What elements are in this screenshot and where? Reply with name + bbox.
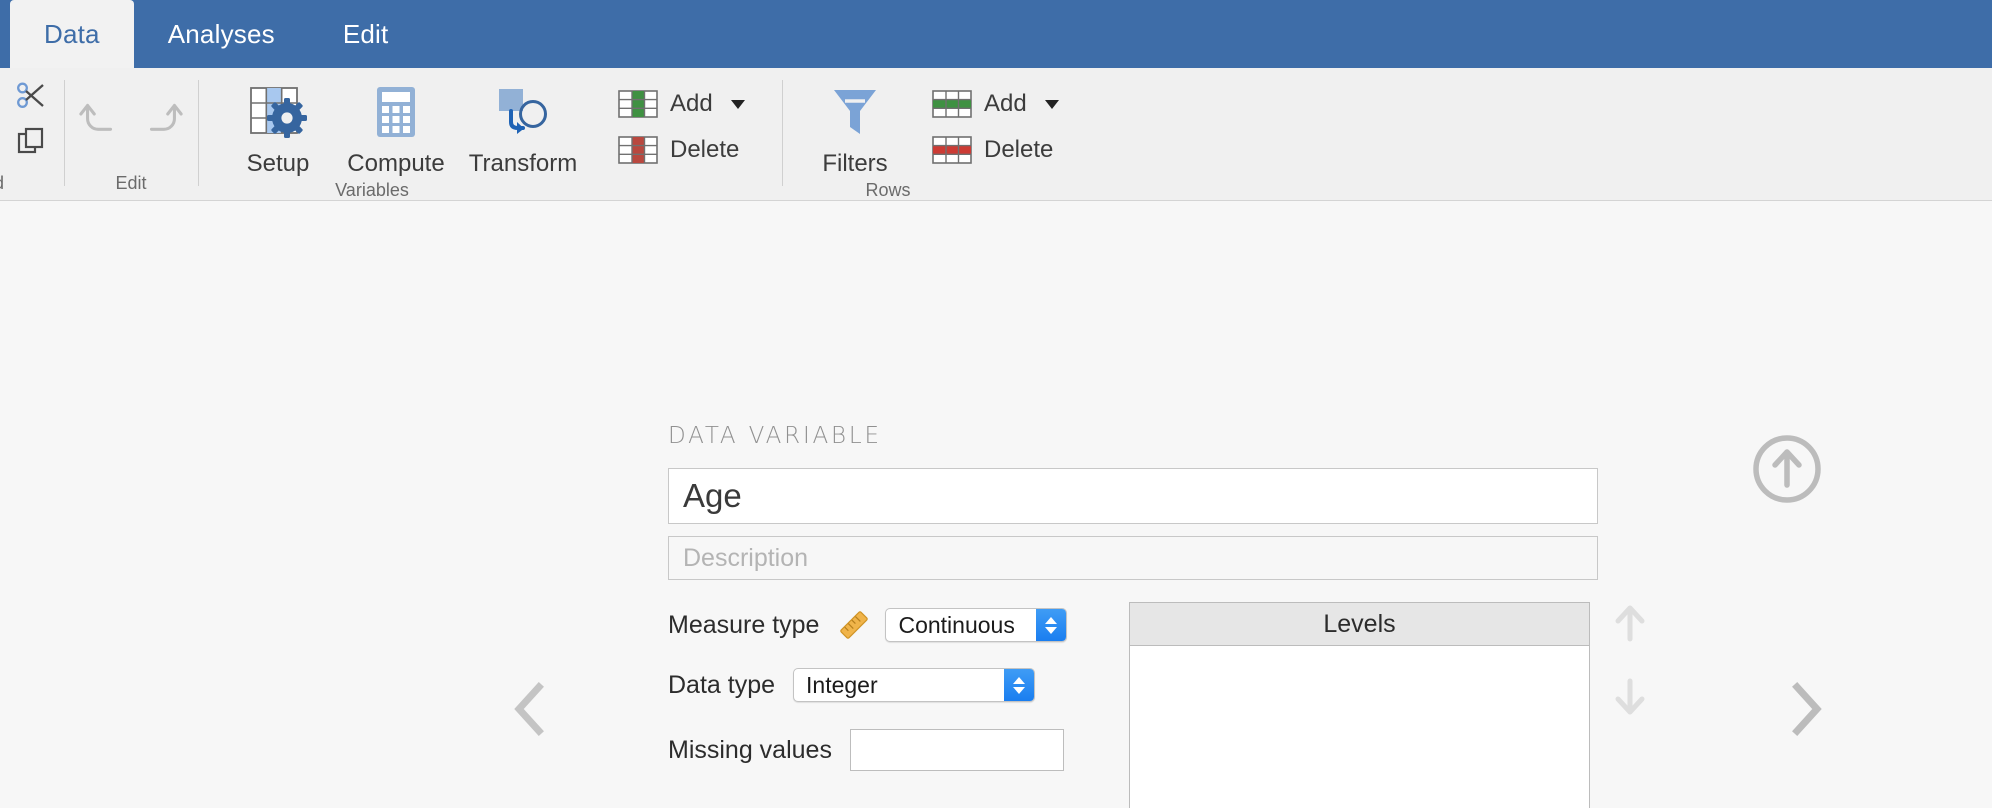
collapse-editor-button[interactable] xyxy=(1749,431,1825,512)
transform-button[interactable]: Transform xyxy=(458,76,588,178)
chevron-up-icon xyxy=(1013,676,1026,684)
data-type-select[interactable]: Integer xyxy=(793,668,1036,702)
ribbon-group-rows: Filters Add Delete Rows xyxy=(782,68,1142,200)
row-delete-icon xyxy=(932,136,972,164)
column-add-icon xyxy=(618,90,658,118)
setup-button-label: Setup xyxy=(246,150,310,177)
variable-name-value: Age xyxy=(683,477,742,514)
compute-button[interactable]: Compute xyxy=(340,76,452,178)
data-type-label: Data type xyxy=(668,670,776,699)
add-variable-button[interactable]: Add xyxy=(610,84,753,124)
tab-analyses[interactable]: Analyses xyxy=(134,0,309,68)
grid-gear-icon xyxy=(250,87,307,138)
ribbon-group-clipboard-label: ard xyxy=(0,171,64,194)
tab-edit[interactable]: Edit xyxy=(309,0,423,68)
chevron-left-icon xyxy=(514,682,544,736)
copy-button[interactable] xyxy=(10,122,54,162)
add-row-button[interactable]: Add xyxy=(924,84,1067,124)
missing-values-label: Missing values xyxy=(668,735,832,764)
measure-type-row: Measure type Continuous xyxy=(668,608,1068,642)
add-variable-label: Add xyxy=(670,90,713,117)
ribbon-group-edit-label: Edit xyxy=(115,173,147,193)
column-delete-icon xyxy=(618,136,658,164)
cut-button[interactable] xyxy=(10,76,54,116)
variable-editor-section-title: DATA VARIABLE xyxy=(668,423,882,449)
tab-analyses-label: Analyses xyxy=(167,18,275,49)
redo-icon xyxy=(149,103,183,131)
previous-variable-button[interactable] xyxy=(508,679,554,744)
ribbon-group-variables: Setup Compute Transform Add Delete Varia… xyxy=(198,68,782,200)
filters-button-label: Filters xyxy=(822,150,888,177)
variable-description-placeholder: Description xyxy=(683,543,809,572)
measure-type-label: Measure type xyxy=(668,610,820,639)
setup-button[interactable]: Setup xyxy=(222,76,334,178)
levels-header: Levels xyxy=(1130,603,1589,646)
tab-data-label: Data xyxy=(44,18,100,49)
delete-row-label: Delete xyxy=(984,136,1054,163)
undo-icon xyxy=(79,103,113,131)
funnel-icon xyxy=(834,90,876,134)
move-level-down-button[interactable] xyxy=(1611,675,1649,719)
levels-list[interactable] xyxy=(1130,646,1589,808)
transform-icon xyxy=(499,89,547,134)
ribbon-toolbar: ard Edit xyxy=(0,68,1992,201)
measure-type-value: Continuous xyxy=(898,611,1015,638)
collapse-up-icon xyxy=(1753,435,1821,503)
measure-type-stepper[interactable] xyxy=(1036,609,1067,641)
copy-icon xyxy=(17,127,44,154)
compute-button-label: Compute xyxy=(347,150,445,177)
missing-values-row: Missing values xyxy=(668,729,1064,771)
measure-type-select[interactable]: Continuous xyxy=(885,608,1068,642)
variable-description-input[interactable]: Description xyxy=(668,536,1598,580)
ribbon-tab-bar: Data Analyses Edit xyxy=(0,0,1992,68)
delete-row-button[interactable]: Delete xyxy=(924,130,1067,170)
chevron-down-icon xyxy=(1045,626,1058,634)
ribbon-group-clipboard: ard xyxy=(0,68,64,200)
arrow-up-icon xyxy=(1615,605,1645,642)
transform-button-label: Transform xyxy=(468,150,578,177)
undo-button[interactable] xyxy=(78,94,122,134)
add-row-label: Add xyxy=(984,90,1027,117)
data-type-value: Integer xyxy=(806,671,878,698)
filters-button[interactable]: Filters xyxy=(808,76,902,178)
tab-edit-label: Edit xyxy=(342,18,389,49)
tab-data[interactable]: Data xyxy=(10,0,134,68)
ribbon-group-variables-label: Variables xyxy=(335,180,409,200)
delete-variable-button[interactable]: Delete xyxy=(610,130,753,170)
chevron-down-icon[interactable] xyxy=(730,99,745,109)
redo-button[interactable] xyxy=(140,94,184,134)
chevron-down-icon xyxy=(1013,686,1026,694)
chevron-right-icon xyxy=(1792,682,1822,736)
variable-name-input[interactable]: Age xyxy=(668,468,1598,524)
chevron-down-icon[interactable] xyxy=(1044,99,1059,109)
data-type-row: Data type Integer xyxy=(668,668,1036,702)
row-add-icon xyxy=(932,90,972,118)
ribbon-group-edit: Edit xyxy=(64,68,198,200)
delete-variable-label: Delete xyxy=(670,136,740,163)
scissors-icon xyxy=(17,82,44,108)
data-type-stepper[interactable] xyxy=(1004,669,1035,701)
variable-editor-panel: DATA VARIABLE Age Description Measure ty… xyxy=(0,201,1992,808)
level-reorder-controls xyxy=(1604,601,1656,719)
missing-values-input[interactable] xyxy=(849,729,1064,771)
arrow-down-icon xyxy=(1615,678,1645,715)
chevron-up-icon xyxy=(1045,616,1058,624)
ribbon-group-rows-label: Rows xyxy=(865,180,911,200)
calculator-icon xyxy=(377,87,415,137)
move-level-up-button[interactable] xyxy=(1611,601,1649,645)
levels-panel: Levels xyxy=(1129,602,1590,808)
ruler-icon xyxy=(837,608,871,642)
next-variable-button[interactable] xyxy=(1782,679,1828,744)
